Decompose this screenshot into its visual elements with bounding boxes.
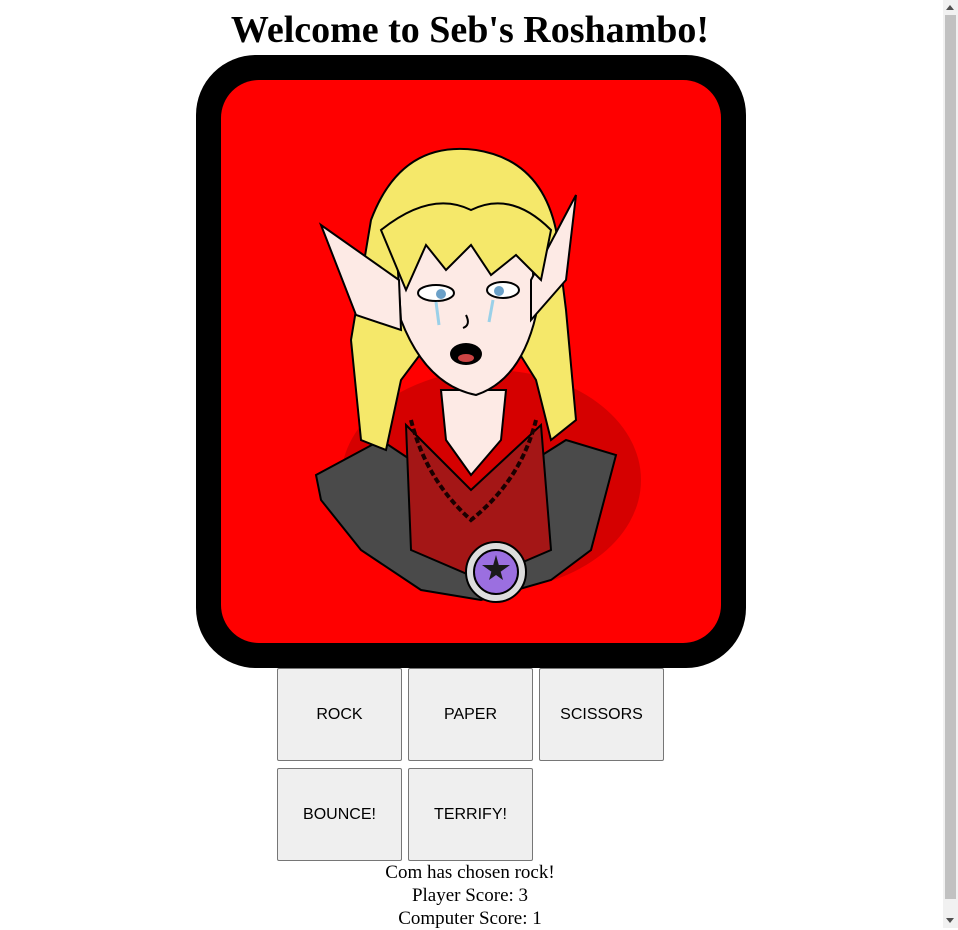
paper-button[interactable]: PAPER [408, 668, 533, 761]
computer-score: Computer Score: 1 [398, 908, 542, 929]
page: Welcome to Seb's Roshambo! ROCK PAPER SC… [0, 0, 943, 929]
crying-elf-portrait-icon [314, 147, 641, 603]
scroll-thumb[interactable] [945, 15, 956, 899]
character-frame [196, 55, 746, 668]
scissors-button[interactable]: SCISSORS [539, 668, 664, 761]
vertical-scrollbar[interactable] [943, 0, 958, 928]
page-title: Welcome to Seb's Roshambo! [230, 9, 710, 51]
scroll-up-icon[interactable] [946, 5, 954, 10]
terrify-button[interactable]: TERRIFY! [408, 768, 533, 861]
player-score: Player Score: 3 [411, 885, 529, 906]
rock-button[interactable]: ROCK [277, 668, 402, 761]
scroll-down-icon[interactable] [946, 918, 954, 923]
status-message: Com has chosen rock! [385, 862, 555, 883]
bounce-button[interactable]: BOUNCE! [277, 768, 402, 861]
character-canvas [221, 80, 721, 643]
